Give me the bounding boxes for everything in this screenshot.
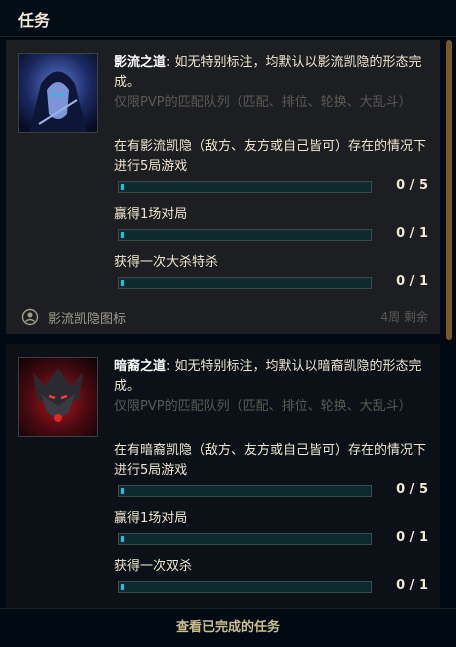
objective-text: 获得一次大杀特杀	[114, 255, 219, 270]
view-completed-missions-button[interactable]: 查看已完成的任务	[0, 609, 456, 647]
objective-progress-count: 0 / 5	[396, 178, 428, 193]
progress-fill	[121, 232, 124, 238]
objective-text: 在有影流凯隐（敌方、友方或自己皆可）存在的情况下进行5局游戏	[114, 139, 427, 174]
mission-divider	[6, 334, 440, 344]
objective-text: 赢得1场对局	[114, 207, 188, 222]
progress-fill	[121, 536, 124, 542]
objective-progress-count: 0 / 1	[396, 274, 428, 289]
mission-description: 影流之道: 如无特别标注，均默认以影流凯隐的形态完成。	[114, 53, 428, 93]
profile-icon	[21, 308, 39, 326]
reward-label: 影流凯隐图标	[48, 312, 127, 327]
mission-name: 暗裔之道	[114, 359, 167, 374]
objective-text: 赢得1场对局	[114, 511, 188, 526]
mission-card-darkin[interactable]: 暗裔之道: 如无特别标注，均默认以暗裔凯隐的形态完成。 仅限PVP的匹配队列（匹…	[6, 344, 440, 608]
objective-progress-bar	[118, 277, 372, 289]
progress-fill	[121, 184, 124, 190]
progress-fill	[121, 488, 124, 494]
progress-fill	[121, 584, 124, 590]
objective-progress-count: 0 / 1	[396, 530, 428, 545]
time-remaining: 4周 剩余	[380, 310, 428, 324]
objective-progress-count: 0 / 5	[396, 482, 428, 497]
mission-description: 暗裔之道: 如无特别标注，均默认以暗裔凯隐的形态完成。	[114, 357, 428, 397]
page-title: 任务	[18, 11, 51, 30]
objective-progress-bar	[118, 485, 372, 497]
objective-text: 在有暗裔凯隐（敌方、友方或自己皆可）存在的情况下进行5局游戏	[114, 443, 427, 478]
mission-portrait-darkin	[18, 357, 98, 437]
objective-progress-bar	[118, 581, 372, 593]
objective-progress-bar	[118, 229, 372, 241]
objective-progress-bar	[118, 533, 372, 545]
progress-fill	[121, 280, 124, 286]
footer: 查看已完成的任务	[0, 608, 456, 647]
objective-progress-bar	[118, 181, 372, 193]
mission-name: 影流之道	[114, 55, 167, 70]
mission-restriction: 仅限PVP的匹配队列（匹配、排位、轮换、大乱斗）	[114, 399, 412, 414]
mission-card-shadow-assassin[interactable]: 影流之道: 如无特别标注，均默认以影流凯隐的形态完成。 仅限PVP的匹配队列（匹…	[6, 40, 440, 334]
objective-text: 获得一次双杀	[114, 559, 193, 574]
objective-progress-count: 0 / 1	[396, 226, 428, 241]
mission-restriction: 仅限PVP的匹配队列（匹配、排位、轮换、大乱斗）	[114, 95, 412, 110]
header: 任务	[0, 0, 456, 37]
scrollbar-thumb[interactable]	[446, 40, 452, 340]
mission-portrait-shadow	[18, 53, 98, 133]
objective-progress-count: 0 / 1	[396, 578, 428, 593]
